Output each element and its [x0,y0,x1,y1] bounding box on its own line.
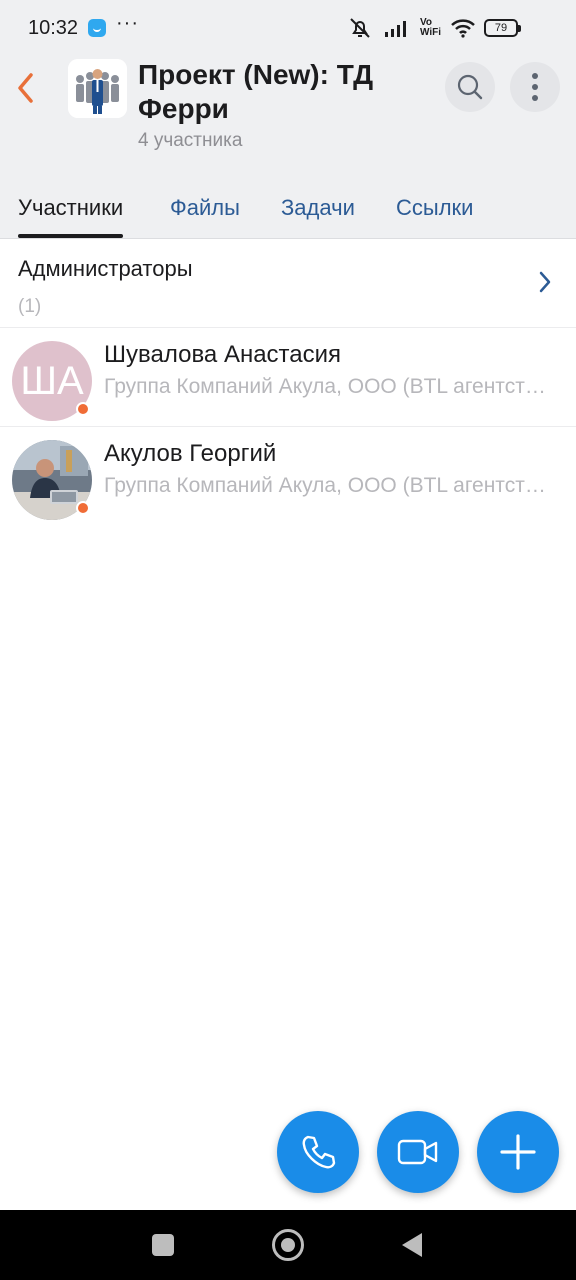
add-button[interactable] [477,1111,559,1193]
video-camera-icon [397,1139,438,1165]
plus-icon [500,1134,536,1170]
administrators-label: Администраторы [18,256,193,281]
more-options-button[interactable] [510,62,560,112]
wifi-icon [451,19,475,38]
team-people-icon [68,59,127,118]
search-icon [457,74,483,100]
video-call-button[interactable] [377,1111,459,1193]
phone-icon [302,1135,336,1169]
member-organization: Группа Компаний Акула, ООО (BTL агентств… [104,474,554,497]
app-notification-icon [88,19,106,37]
list-item[interactable]: Акулов Георгий Группа Компаний Акула, ОО… [0,428,576,526]
mute-bell-icon [350,18,370,38]
members-count: 4 участника [138,130,243,151]
status-dot [76,402,90,416]
system-nav-bar [0,1210,576,1280]
recent-apps-button[interactable] [152,1234,174,1256]
status-dot [76,501,90,515]
tab-participants[interactable]: Участники [18,186,124,238]
member-organization: Группа Компаний Акула, ООО (BTL агентств… [104,375,554,398]
search-button[interactable] [445,62,495,112]
more-notifications-icon: ··· [116,12,139,34]
administrators-count: (1) [18,296,42,317]
member-name: Акулов Георгий [104,440,277,467]
more-vertical-icon [532,73,538,101]
status-time: 10:32 [28,17,79,39]
status-bar: 10:32 ··· Vo WiFi 79 [0,0,576,56]
back-button[interactable] [10,66,42,110]
group-avatar[interactable] [68,59,127,118]
battery-icon: 79 [484,19,521,37]
header-area: 10:32 ··· Vo WiFi 79 Проект (New): ТД Фе… [0,0,576,239]
vowifi-icon: Vo WiFi [420,17,442,38]
page-title: Проект (New): ТД Ферри [138,59,374,124]
tab-links[interactable]: Ссылки [396,186,473,238]
call-button[interactable] [277,1111,359,1193]
list-item[interactable]: ША Шувалова Анастасия Группа Компаний Ак… [0,329,576,427]
tab-files[interactable]: Файлы [170,186,240,238]
system-back-button[interactable] [402,1233,422,1257]
tab-bar: Участники Файлы Задачи Ссылки [0,186,576,238]
signal-icon [385,21,406,37]
member-name: Шувалова Анастасия [104,341,342,368]
chevron-left-icon [18,73,33,103]
chevron-right-icon [539,271,551,293]
home-button[interactable] [272,1229,304,1261]
tab-tasks[interactable]: Задачи [281,186,355,238]
administrators-row[interactable]: Администраторы (1) [0,240,576,328]
